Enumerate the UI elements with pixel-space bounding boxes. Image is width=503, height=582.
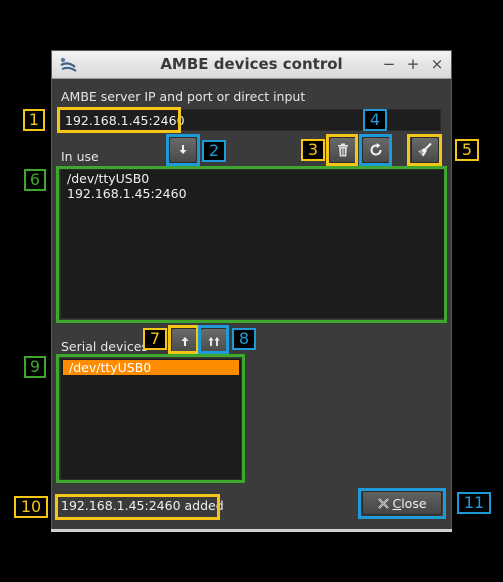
import-all-serial-button[interactable] — [200, 328, 228, 354]
callout-badge-6: 6 — [24, 169, 46, 191]
in-use-label: In use — [61, 149, 99, 164]
callout-badge-3: 3 — [301, 139, 325, 161]
screenshot-page: AMBE devices control − + × AMBE server I… — [0, 0, 503, 582]
trash-icon — [338, 143, 348, 157]
serial-devices-label: Serial devices — [61, 339, 148, 354]
callout-badge-9: 9 — [24, 356, 46, 378]
refresh-icon — [370, 143, 382, 156]
callout-badge-8: 8 — [232, 328, 256, 350]
callout-badge-4: 4 — [363, 109, 387, 131]
callout-badge-1: 1 — [23, 109, 45, 131]
title-bar[interactable]: AMBE devices control − + × — [52, 51, 451, 79]
server-label: AMBE server IP and port or direct input — [61, 89, 306, 104]
callout-badge-11: 11 — [457, 492, 491, 514]
remove-device-button[interactable] — [329, 137, 357, 163]
double-arrow-up-icon — [208, 337, 220, 346]
clear-devices-button[interactable] — [411, 137, 439, 163]
close-x-icon — [378, 497, 390, 509]
status-text: 192.168.1.45:2460 added — [61, 498, 224, 513]
broom-icon — [418, 142, 432, 157]
minimize-icon[interactable]: − — [380, 54, 398, 74]
close-label-rest: lose — [401, 495, 427, 511]
close-button[interactable]: Close — [362, 491, 442, 515]
import-address-button[interactable] — [169, 137, 197, 163]
callout-badge-5: 5 — [455, 139, 479, 161]
list-item[interactable]: /dev/ttyUSB0 — [61, 171, 444, 186]
dialog-bottom-edge — [51, 529, 452, 532]
callout-badge-10: 10 — [14, 496, 48, 518]
arrow-up-icon — [181, 337, 189, 346]
list-item[interactable]: /dev/ttyUSB0 — [63, 360, 239, 375]
arrow-down-icon — [179, 145, 187, 154]
close-button-label: Close — [392, 496, 426, 511]
callout-badge-2: 2 — [202, 140, 226, 162]
window-close-icon[interactable]: × — [428, 54, 446, 74]
maximize-icon[interactable]: + — [404, 54, 422, 74]
serial-devices-list[interactable]: /dev/ttyUSB0 — [60, 358, 242, 480]
refresh-button[interactable] — [362, 137, 390, 163]
list-item[interactable]: 192.168.1.45:2460 — [61, 186, 444, 201]
in-use-list[interactable]: /dev/ttyUSB0 192.168.1.45:2460 — [60, 169, 445, 319]
import-serial-button[interactable] — [171, 328, 199, 354]
close-accelerator: C — [392, 495, 402, 511]
callout-badge-7: 7 — [143, 328, 167, 350]
